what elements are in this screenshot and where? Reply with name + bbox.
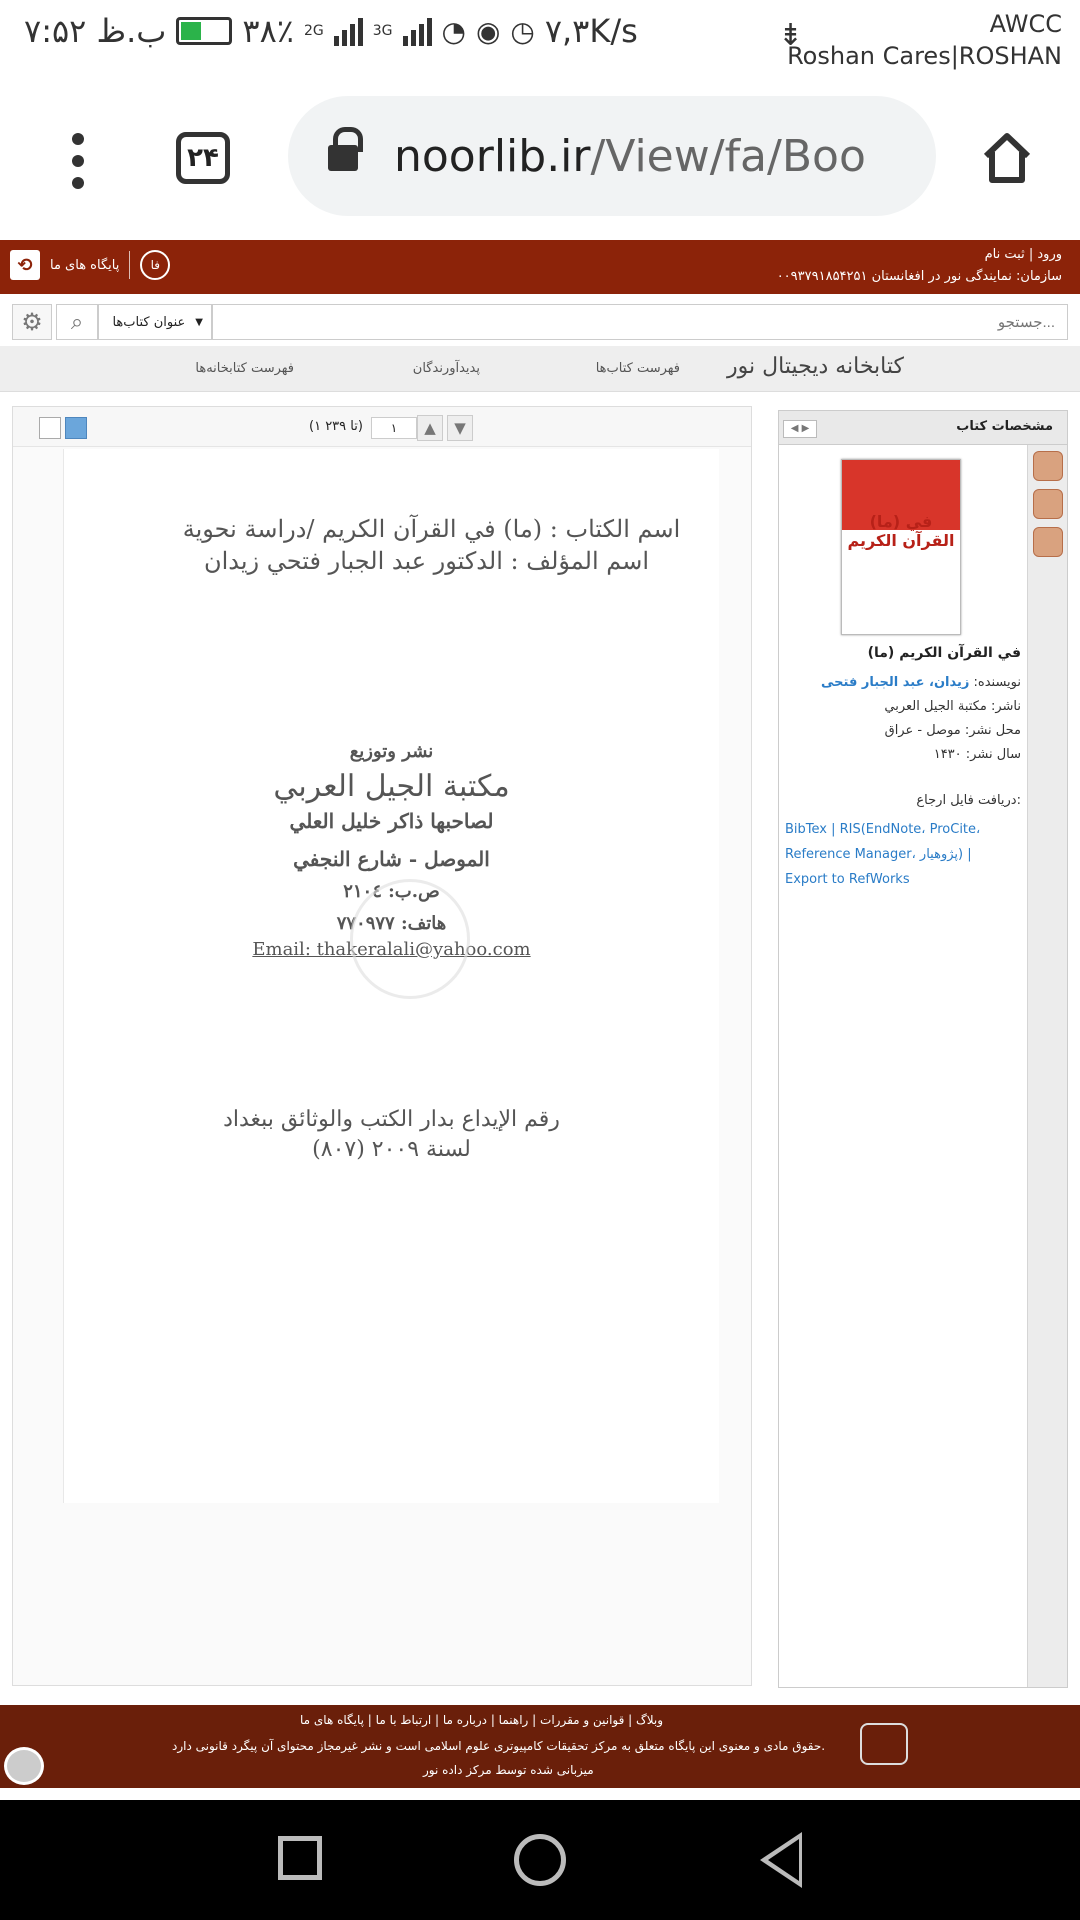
operator-primary: AWCC — [989, 10, 1062, 38]
search-input[interactable] — [212, 304, 1068, 340]
scan-publisher-label: نشر وتوزيع — [349, 741, 434, 762]
operator-secondary: Roshan Cares|ROSHAN — [787, 42, 1062, 70]
brand-logo[interactable]: کتابخانه دیجیتال نور — [727, 354, 904, 379]
search-row: ⚙ ⌕ عنوان کتاب‌ها ▼ — [0, 300, 1080, 340]
home-icon[interactable] — [978, 128, 1036, 188]
overflow-menu-icon[interactable] — [72, 133, 88, 199]
website: ورود | ثبت نام سازمان: نمایندگی نور در ا… — [0, 240, 1080, 1788]
divider — [129, 251, 131, 279]
address-bar[interactable]: noorlib.ir/View/fa/Boo — [288, 96, 936, 216]
panel-header: مشخصات کتاب ◀ ▶ — [779, 411, 1067, 445]
previous-page-button[interactable]: ▲ — [417, 415, 443, 441]
panel-side-tabs — [1027, 445, 1067, 1687]
citation-links[interactable]: BibTex | RIS(EndNote، ProCite، Reference… — [785, 817, 1015, 892]
alarm-icon: ◷ — [510, 14, 535, 48]
page-number-input[interactable]: ۱ — [371, 417, 417, 439]
nav-libraries[interactable]: فهرست کتابخانه‌ها — [195, 361, 294, 376]
books-tab-icon[interactable] — [1032, 527, 1063, 557]
book-year: سال نشر: ۱۴۳۰ — [933, 747, 1021, 762]
back-icon[interactable] — [760, 1832, 802, 1888]
nav-authors[interactable]: پدیدآورندگان — [413, 361, 480, 376]
scan-title-line: اسم الكتاب : (ما) في القرآن الكريم /دراس… — [182, 515, 681, 543]
our-bases-link[interactable]: پایگاه های ما — [50, 258, 119, 273]
footer-links[interactable]: وبلاگ | قوانین و مقررات | راهنما | دربار… — [300, 1713, 663, 1727]
book-author: نویسنده: زیدان، عبد الجبار فتحی — [821, 675, 1021, 690]
cover-title: (ما) في القرآن الكريم — [847, 512, 955, 550]
next-page-button[interactable]: ▼ — [447, 415, 473, 441]
network-type-2g: 2G — [303, 23, 324, 39]
battery-percent: ۳۸٪ — [242, 12, 294, 50]
register-link[interactable]: ثبت نام — [985, 247, 1025, 262]
organization-name: سازمان: نمایندگی نور در افغانستان ۰۰۹۳۷۹… — [776, 269, 1062, 284]
language-button[interactable]: فا — [140, 250, 171, 280]
signal-icon-2 — [402, 16, 432, 46]
signal-icon — [333, 16, 363, 46]
clock: ۷:۵۲ ب.ظ — [24, 12, 167, 50]
book-place: محل نشر: موصل - عراق — [884, 723, 1021, 738]
site-tools: ⟲ پایگاه های ما فا — [10, 250, 171, 280]
footer-logo-icon — [860, 1723, 908, 1765]
settings-gear-icon[interactable]: ⚙ — [12, 304, 52, 340]
url-host: noorlib.ir — [394, 130, 591, 182]
wifi-icon: ◔ — [441, 14, 466, 48]
page-range: (۱ تا ۲۳۹) — [309, 419, 363, 434]
status-bar: ۷:۵۲ ب.ظ ۳۸٪ 2G 3G ◔ ◉ ◷ ۷,۳K/s ⇟ AWCC R… — [0, 0, 1080, 78]
home-button-icon[interactable] — [514, 1834, 566, 1886]
chevron-down-icon: ▼ — [195, 316, 203, 328]
recent-apps-icon[interactable] — [278, 1836, 322, 1880]
site-footer: وبلاگ | قوانین و مقررات | راهنما | دربار… — [0, 1705, 1080, 1788]
nav-books[interactable]: فهرست کتاب‌ها — [596, 361, 680, 376]
filter-label: عنوان کتاب‌ها — [112, 314, 186, 330]
search-filter-select[interactable]: عنوان کتاب‌ها ▼ — [98, 304, 212, 340]
panel-title: مشخصات کتاب — [956, 419, 1053, 434]
android-navigation-bar — [0, 1800, 1080, 1920]
chat-support-icon[interactable] — [4, 1747, 44, 1785]
scan-address: الموصل - شارع النجفي — [293, 847, 490, 871]
bases-logo-icon[interactable]: ⟲ — [10, 250, 40, 280]
network-speed: ۷,۳K/s — [544, 12, 638, 50]
scanned-page: اسم الكتاب : (ما) في القرآن الكريم /دراس… — [63, 449, 719, 1503]
login-link[interactable]: ورود — [1037, 247, 1062, 262]
network-type-3g: 3G — [372, 23, 393, 39]
book-viewer: ▼ ▲ ۱ (۱ تا ۲۳۹) اسم الكتاب : (ما) في ال… — [12, 406, 752, 1686]
footer-hosted: میزبانی شده توسط مرکز داده نور — [423, 1763, 594, 1777]
author-tab-icon[interactable] — [1032, 489, 1063, 519]
operator-info: AWCC Roshan Cares|ROSHAN — [787, 8, 1062, 72]
scan-publisher-name: مكتبة الجيل العربي — [273, 769, 510, 804]
book-info-panel: مشخصات کتاب ◀ ▶ (ما) في القرآن الكريم (م… — [778, 410, 1068, 1688]
library-watermark-icon — [350, 879, 470, 999]
battery-icon — [176, 17, 233, 45]
info-tab-icon[interactable] — [1032, 451, 1063, 481]
scan-deposit-number: (٨٠٧) لسنة ٢٠٠٩ — [312, 1137, 471, 1162]
main-navigation: کتابخانه دیجیتال نور فهرست کتاب‌ها پدیدآ… — [0, 346, 1080, 392]
account-area: ورود | ثبت نام سازمان: نمایندگی نور در ا… — [777, 244, 1062, 288]
eye-icon: ◉ — [475, 14, 501, 48]
scan-owner: لصاحبها ذاكر خليل العلي — [289, 809, 494, 833]
scan-deposit-line: رقم الإيداع بدار الكتب والوثائق ببغداد — [223, 1107, 560, 1132]
image-view-icon[interactable] — [65, 417, 87, 439]
browser-toolbar: ۲۴ noorlib.ir/View/fa/Boo — [0, 78, 1080, 238]
url-path: /View/fa/Boo — [590, 130, 866, 182]
status-left: ۷:۵۲ ب.ظ ۳۸٪ 2G 3G ◔ ◉ ◷ ۷,۳K/s — [24, 12, 638, 50]
scan-author-line: اسم المؤلف : الدكتور عبد الجبار فتحي زيد… — [203, 547, 650, 575]
book-cover[interactable]: (ما) في القرآن الكريم — [841, 459, 961, 635]
viewer-toolbar: ▼ ▲ ۱ (۱ تا ۲۳۹) — [13, 407, 751, 447]
text-view-icon[interactable] — [39, 417, 61, 439]
tab-switcher-button[interactable]: ۲۴ — [176, 132, 230, 184]
separator: | — [1028, 247, 1034, 262]
citation-label: دریافت فایل ارجاع: — [916, 793, 1021, 808]
panel-nav-arrows-icon[interactable]: ◀ ▶ — [783, 420, 817, 438]
lock-icon — [328, 127, 363, 173]
footer-rights: حقوق مادی و معنوی این پایگاه متعلق به مر… — [172, 1739, 826, 1753]
author-label: نویسنده: — [969, 675, 1022, 690]
book-publisher: ناشر: مكتبة الجيل العربي — [884, 699, 1021, 714]
site-top-bar: ورود | ثبت نام سازمان: نمایندگی نور در ا… — [0, 240, 1080, 294]
author-link[interactable]: زیدان، عبد الجبار فتحی — [821, 675, 969, 690]
search-icon[interactable]: ⌕ — [56, 304, 98, 340]
book-title: (ما) في القرآن الكريم — [867, 645, 1021, 661]
